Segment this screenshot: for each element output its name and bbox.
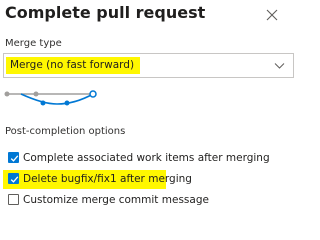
checkbox-checked-icon[interactable] [8, 173, 19, 184]
post-completion-options-label: Post-completion options [5, 126, 126, 137]
option-label: Customize merge commit message [23, 194, 209, 206]
complete-pull-request-dialog: Complete pull request Merge type Merge (… [0, 0, 300, 222]
merge-graph-icon [4, 90, 97, 106]
option-label: Complete associated work items after mer… [23, 152, 270, 164]
checkbox-unchecked-icon[interactable] [8, 194, 19, 205]
merge-type-label: Merge type [5, 38, 62, 49]
merge-type-selected-value: Merge (no fast forward) [6, 57, 141, 74]
checkbox-checked-icon[interactable] [8, 152, 19, 163]
option-label: Delete bugfix/fix1 after merging [23, 173, 192, 185]
dialog-title: Complete pull request [5, 3, 206, 22]
chevron-down-icon [274, 63, 285, 69]
close-icon[interactable] [265, 8, 279, 22]
merge-type-dropdown[interactable]: Merge (no fast forward) [3, 53, 294, 78]
